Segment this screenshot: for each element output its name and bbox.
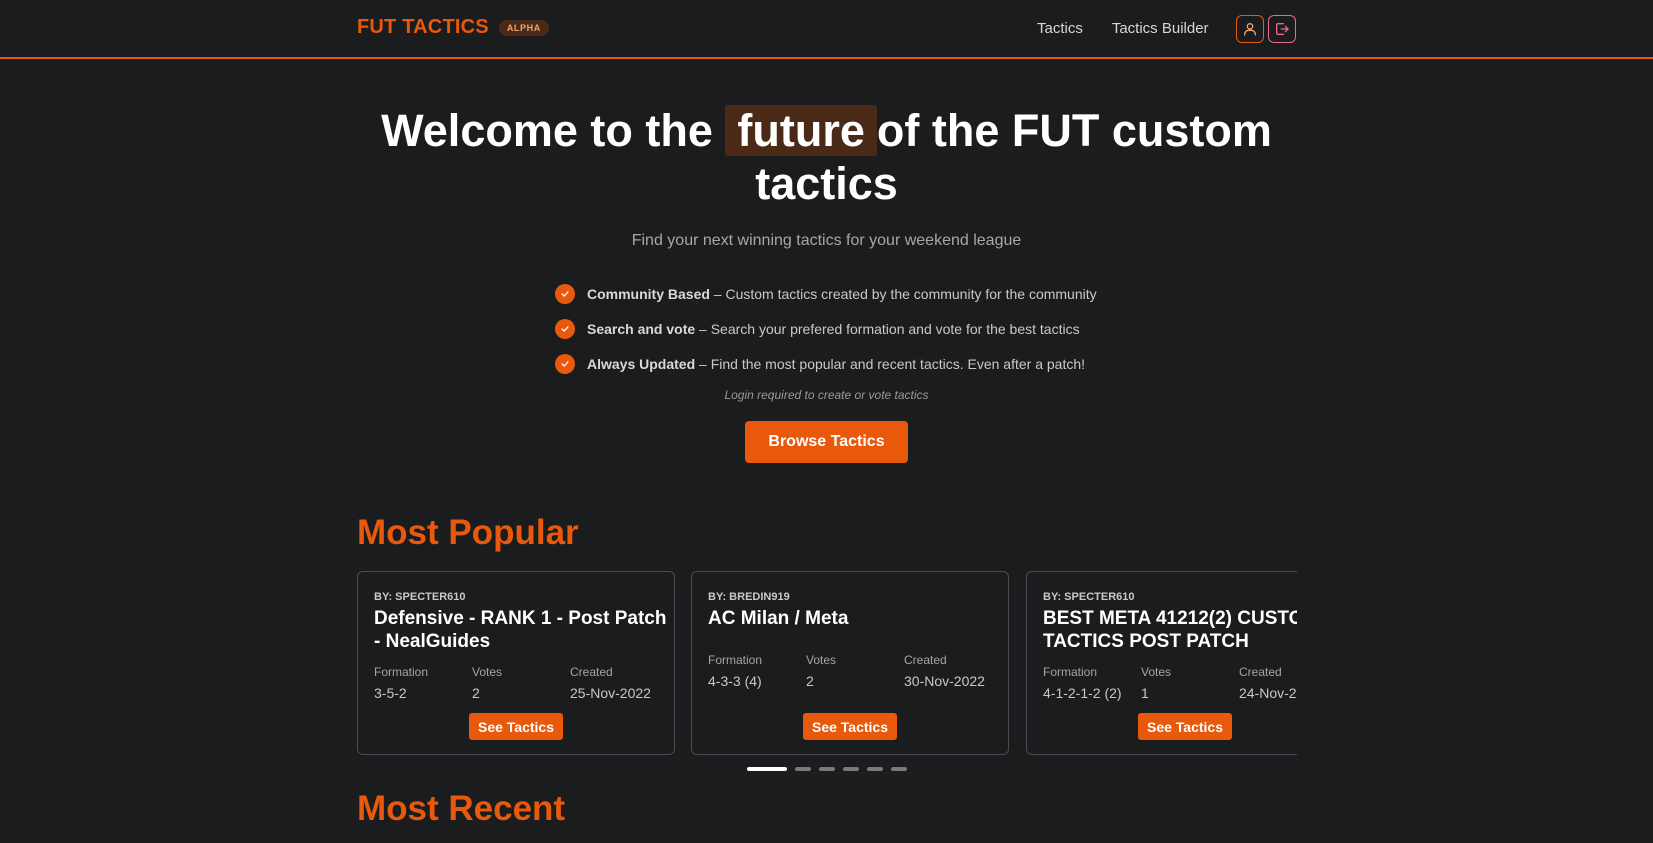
browse-tactics-button[interactable]: Browse Tactics [745, 421, 908, 463]
profile-button[interactable] [1236, 15, 1264, 43]
created-label: Created [1239, 665, 1282, 679]
card-title: Defensive - RANK 1 - Post Patch - NealGu… [374, 608, 667, 652]
card-author: BY: BREDIN919 [708, 591, 790, 603]
hero-subtitle: Find your next winning tactics for your … [631, 232, 1022, 249]
top-header: FUT TACTICS ALPHA Tactics Tactics Builde… [0, 0, 1653, 59]
carousel-dot[interactable] [891, 767, 907, 771]
votes-value: 2 [806, 673, 814, 689]
most-recent-heading: Most Recent [357, 789, 566, 828]
tactic-card: BY: BREDIN919 AC Milan / Meta Formation 4… [691, 571, 1009, 755]
votes-value: 1 [1141, 685, 1149, 701]
carousel-dot[interactable] [843, 767, 859, 771]
alpha-badge: ALPHA [498, 19, 549, 36]
most-popular-heading: Most Popular [357, 513, 579, 552]
created-value: 30-Nov-2022 [904, 673, 985, 689]
login-note: Login required to create or vote tactics [724, 388, 929, 402]
hero-title-before: Welcome to the [381, 105, 713, 156]
feature-list: Community Based – Custom tactics created… [555, 284, 1097, 389]
formation-value: 3-5-2 [374, 685, 407, 701]
card-meta: Formation 3-5-2 Votes 2 Created 25-Nov-2022 [374, 665, 668, 701]
votes-value: 2 [472, 685, 480, 701]
tactic-card: BY: SPECTER610 Defensive - RANK 1 - Post… [357, 571, 675, 755]
created-value: 25-Nov-2022 [570, 685, 651, 701]
votes-label: Votes [806, 653, 837, 667]
main-nav: Tactics Tactics Builder [1037, 20, 1238, 37]
formation-label: Formation [374, 665, 429, 679]
see-tactics-button[interactable]: See Tactics [803, 713, 897, 740]
card-author: BY: SPECTER610 [374, 591, 466, 603]
card-title: AC Milan / Meta [708, 608, 849, 629]
carousel-pagination [747, 767, 915, 771]
formation-label: Formation [708, 653, 763, 667]
logout-icon [1276, 23, 1289, 35]
feature-item: Community Based – Custom tactics created… [555, 284, 1097, 304]
created-label: Created [904, 653, 947, 667]
card-title: BEST META 41212(2) CUSTOM TACTICS POST P… [1043, 608, 1297, 652]
card-meta: Formation 4-3-3 (4) Votes 2 Created 30-Nov-… [708, 653, 1002, 689]
popular-carousel[interactable]: BY: SPECTER610 Defensive - RANK 1 - Post… [357, 571, 1297, 756]
check-icon [555, 284, 575, 304]
feature-item: Search and vote – Search your prefered f… [555, 319, 1097, 339]
carousel-dot[interactable] [795, 767, 811, 771]
check-icon [555, 319, 575, 339]
feature-title: Search and vote [587, 321, 696, 337]
hero-title-highlight: future [725, 105, 877, 156]
see-tactics-button[interactable]: See Tactics [1138, 713, 1232, 740]
votes-label: Votes [472, 665, 503, 679]
brand-name[interactable]: FUT TACTICS [357, 16, 489, 39]
logout-button[interactable] [1268, 15, 1296, 43]
formation-value: 4-3-3 (4) [708, 673, 762, 689]
carousel-dot[interactable] [747, 767, 787, 771]
nav-tactics-builder[interactable]: Tactics Builder [1112, 20, 1209, 37]
card-author: BY: SPECTER610 [1043, 591, 1135, 603]
check-icon [555, 354, 575, 374]
nav-tactics[interactable]: Tactics [1037, 20, 1083, 37]
feature-text: – Find the most popular and recent tacti… [695, 356, 1086, 372]
card-meta: Formation 4-1-2-1-2 (2) Votes 1 Created 24-… [1043, 665, 1297, 701]
formation-value: 4-1-2-1-2 (2) [1043, 685, 1122, 701]
user-icon [1244, 23, 1256, 36]
formation-label: Formation [1043, 665, 1098, 679]
feature-title: Always Updated [587, 356, 696, 372]
votes-label: Votes [1141, 665, 1172, 679]
feature-text: – Custom tactics created by the communit… [709, 286, 1097, 302]
carousel-dot[interactable] [819, 767, 835, 771]
created-value: 24-Nov-2022 [1239, 685, 1297, 701]
tactic-card: BY: SPECTER610 BEST META 41212(2) CUSTOM… [1026, 571, 1297, 755]
see-tactics-button[interactable]: See Tactics [469, 713, 563, 740]
feature-text: – Search your prefered formation and vot… [695, 321, 1080, 337]
feature-item: Always Updated – Find the most popular a… [555, 354, 1097, 374]
hero-title: Welcome to the future of the FUT custom t… [357, 104, 1296, 210]
brand[interactable]: FUT TACTICS ALPHA [357, 16, 549, 39]
carousel-dot[interactable] [867, 767, 883, 771]
created-label: Created [570, 665, 613, 679]
feature-title: Community Based [587, 286, 710, 302]
